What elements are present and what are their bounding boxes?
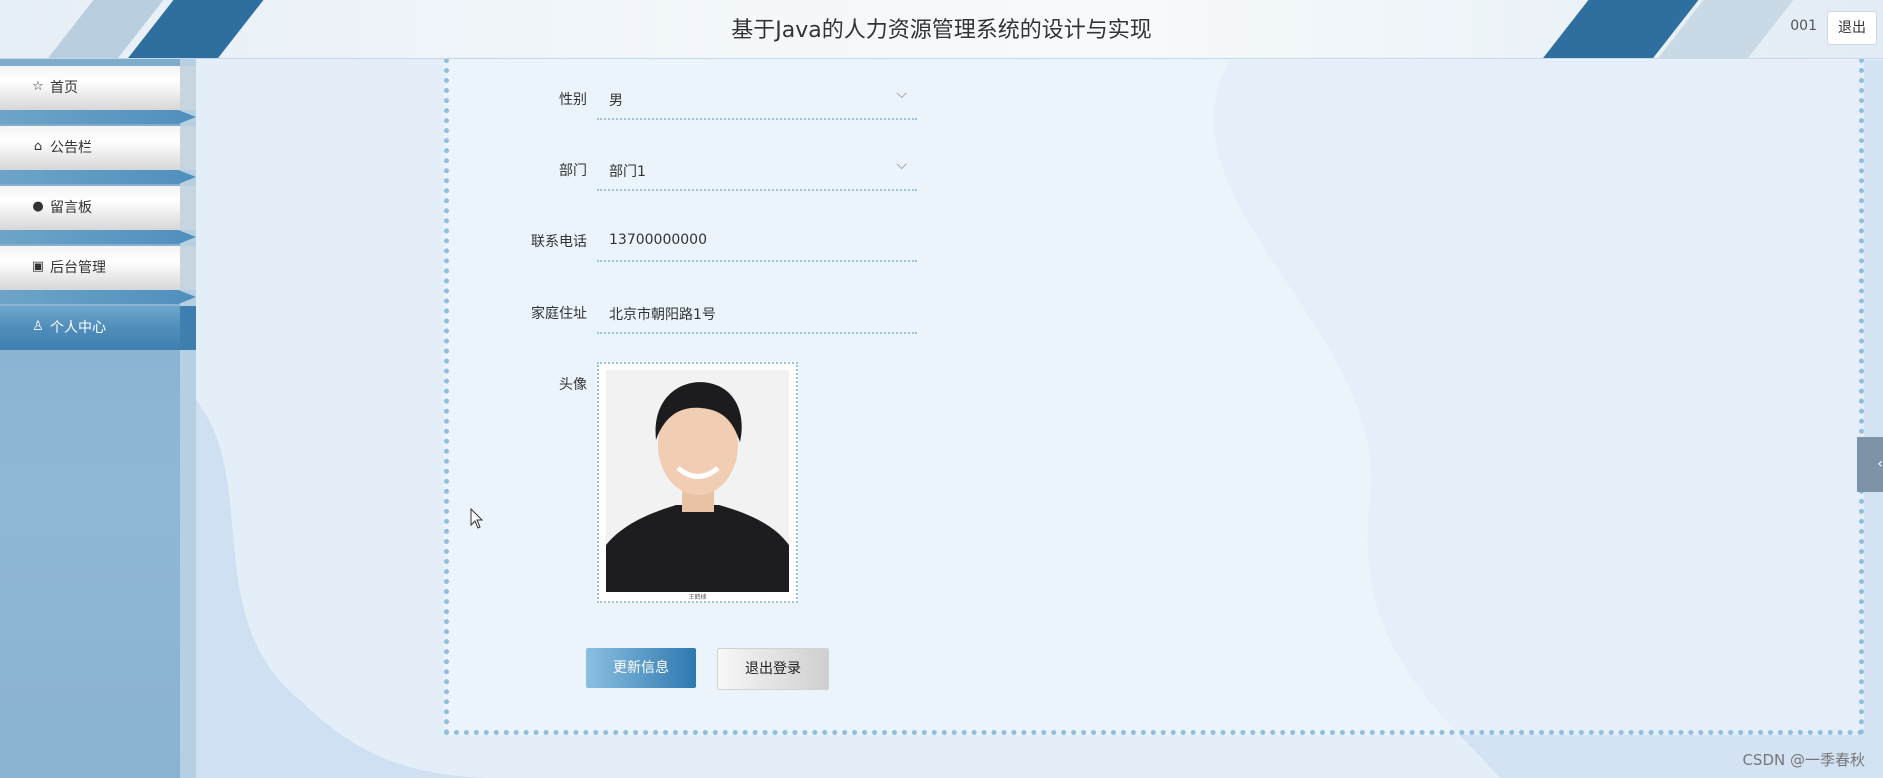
phone-label: 联系电话 [531,234,587,250]
avatar-label: 头像 [559,377,587,393]
current-username: 001 [1790,18,1817,34]
briefcase-icon: ▣ [31,259,45,274]
gender-select[interactable]: 男 ⌵ [597,80,917,120]
profile-panel: 性别 男 ⌵ 部门 部门1 ⌵ 联系电话 13700000000 家庭住址 北京 [444,58,1864,735]
avatar-upload[interactable]: 王鹤棣 [597,362,798,603]
profile-form: 性别 男 ⌵ 部门 部门1 ⌵ 联系电话 13700000000 家庭住址 北京 [5,0,1415,730]
menu-divider [0,230,196,244]
mouse-cursor-icon [470,508,484,529]
avatar-caption: 王鹤棣 [688,594,707,601]
sidebar-item-profile[interactable]: ♙ 个人中心 [0,306,196,350]
sidebar-item-label: 后台管理 [50,260,106,276]
bag-icon: ⌂ [33,139,43,154]
address-label: 家庭住址 [531,306,587,322]
sidebar-item-label: 首页 [50,80,78,96]
sidebar-item-messages[interactable]: ● 留言板 [0,186,196,244]
sidebar-item-label: 公告栏 [50,140,92,156]
avatar [606,370,789,592]
department-value: 部门1 [609,164,646,180]
department-select[interactable]: 部门1 ⌵ [597,151,917,191]
sidebar-item-admin[interactable]: ▣ 后台管理 [0,246,196,304]
update-info-button[interactable]: 更新信息 [586,648,696,688]
sidebar: ☆ 首页 ⌂ 公告栏 ● 留言板 ▣ 后台管理 ♙ 个人中心 [0,58,196,778]
watermark: CSDN @一季春秋 [1742,751,1865,769]
sidebar-item-label: 留言板 [50,200,92,216]
chevron-left-icon[interactable]: ‹ [1857,437,1883,492]
chevron-down-icon: ⌵ [896,86,907,102]
alert-icon: ● [32,199,44,214]
chevron-down-icon: ⌵ [896,157,907,173]
department-label: 部门 [559,163,587,179]
address-input[interactable]: 北京市朝阳路1号 [597,294,917,334]
sidebar-item-home[interactable]: ☆ 首页 [0,66,196,124]
sidebar-item-label: 个人中心 [50,320,106,336]
top-header: 基于Java的人力资源管理系统的设计与实现 001 退出 [0,0,1883,59]
address-value: 北京市朝阳路1号 [609,307,716,323]
phone-input[interactable]: 13700000000 [597,222,917,262]
gender-label: 性别 [559,92,587,108]
gender-value: 男 [609,93,623,109]
header-logout-button[interactable]: 退出 [1827,11,1877,45]
menu-divider [0,110,196,124]
menu-divider [0,290,196,304]
sidebar-item-notice[interactable]: ⌂ 公告栏 [0,126,196,184]
logout-button[interactable]: 退出登录 [717,648,829,690]
page-title: 基于Java的人力资源管理系统的设计与实现 [731,18,1152,43]
user-icon: ♙ [32,319,44,334]
menu-divider [0,170,196,184]
star-icon: ☆ [32,79,44,94]
phone-value: 13700000000 [609,232,707,248]
